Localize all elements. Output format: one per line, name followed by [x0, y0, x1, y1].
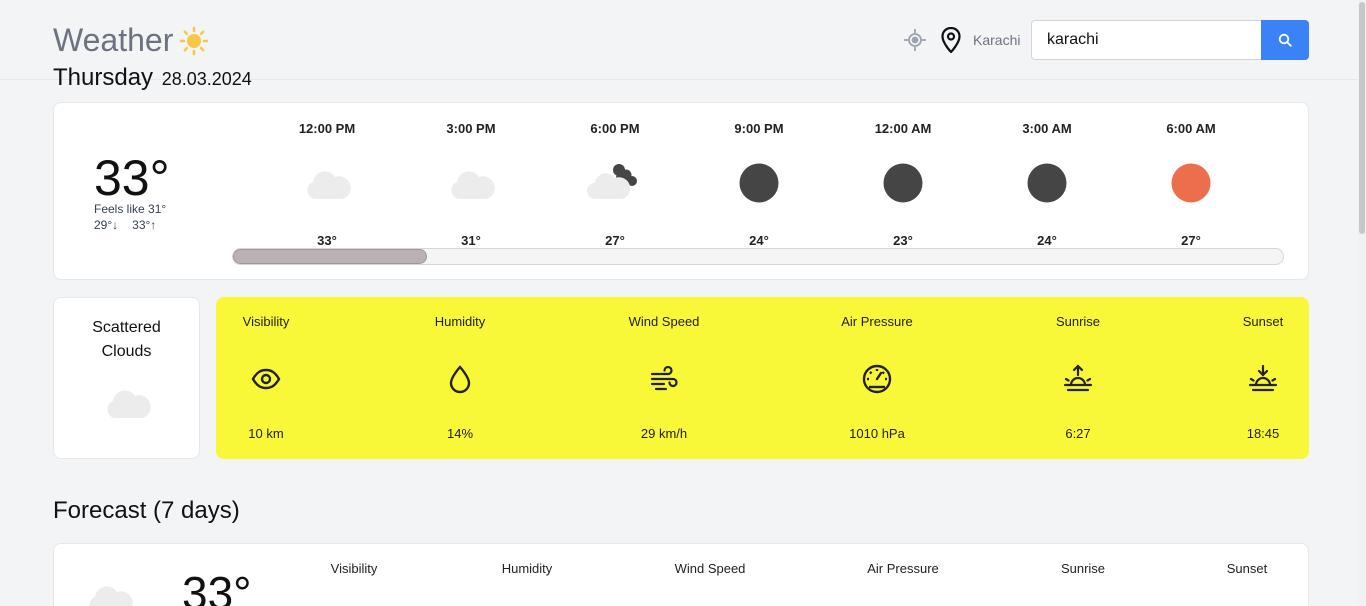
stat-wind-speed: Wind Speed 29 km/h: [604, 297, 724, 459]
hourly-temperature: 23°: [893, 233, 913, 248]
hourly-forecast-card: 33° Feels like 31° 29°↓ 33°↑ 12:00 PM 33° 3…: [53, 102, 1309, 280]
sun-icon: [1171, 163, 1211, 203]
forecast-stat-label: Sunset: [1226, 561, 1268, 576]
stat-label: Sunset: [1242, 314, 1284, 329]
forecast-stat-label: Visibility: [330, 561, 378, 576]
hourly-time: 3:00 PM: [446, 121, 496, 136]
stat-label: Humidity: [434, 314, 486, 329]
stat-label: Air Pressure: [841, 314, 913, 329]
stat-value: 29 km/h: [640, 426, 688, 441]
stat-value: 18:45: [1246, 426, 1280, 441]
hourly-time: 3:00 AM: [1022, 121, 1072, 136]
cloud-icon: [84, 582, 134, 606]
map-pin-icon[interactable]: [939, 26, 963, 54]
app-title-text: Weather: [53, 22, 174, 58]
stat-value: 6:27: [1065, 426, 1091, 441]
forecast-day-card[interactable]: 33° Visibility Humidity Wind Speed Air Pres…: [53, 543, 1309, 606]
cloud-icon: [446, 167, 496, 207]
weather-description-line-2: Clouds: [101, 343, 152, 360]
search-input[interactable]: [1031, 20, 1261, 60]
date-text: 28.03.2024: [161, 69, 252, 89]
hourly-temperature: 27°: [605, 233, 625, 248]
stat-sunset: Sunset 18:45: [1203, 297, 1323, 459]
sun-logo-icon: [179, 26, 209, 56]
weather-description-card: Scattered Clouds: [53, 297, 200, 459]
current-date-line: Thursday 28.03.2024: [53, 64, 252, 92]
cloud-night-icon: [585, 161, 645, 201]
forecast-stat-label: Air Pressure: [867, 561, 939, 576]
search-button[interactable]: [1261, 20, 1309, 60]
feels-like-text: Feels like 31°: [94, 202, 167, 216]
min-temperature: 29°↓: [94, 218, 119, 232]
current-location-icon[interactable]: [903, 26, 927, 54]
search-bar: [1031, 20, 1309, 60]
stat-humidity: Humidity 14%: [400, 297, 520, 459]
cloud-icon: [302, 167, 352, 207]
search-icon: [1278, 33, 1292, 47]
hourly-scrollbar-thumb[interactable]: [233, 249, 427, 264]
moon-icon: [883, 163, 923, 203]
moon-icon: [1027, 163, 1067, 203]
moon-icon: [739, 163, 779, 203]
weather-description: Scattered Clouds: [54, 316, 199, 364]
stat-label: Sunrise: [1055, 314, 1101, 329]
stat-air-pressure: Air Pressure 1010 hPa: [817, 297, 937, 459]
forecast-title: Forecast (7 days): [53, 497, 240, 524]
hourly-time: 6:00 AM: [1166, 121, 1216, 136]
hourly-time: 12:00 PM: [298, 121, 356, 136]
hourly-time: 9:00 PM: [734, 121, 784, 136]
hourly-temperature: 24°: [1037, 233, 1057, 248]
stat-label: Visibility: [242, 314, 290, 329]
forecast-stat-label: Humidity: [501, 561, 553, 576]
hourly-temperature: 27°: [1181, 233, 1201, 248]
city-label: Karachi: [973, 32, 1021, 48]
wind-icon: [648, 363, 680, 395]
min-max-temperature: 29°↓ 33°↑: [94, 218, 170, 232]
app-title: Weather: [53, 22, 209, 59]
max-temperature: 33°↑: [132, 218, 157, 232]
location-tools: Karachi: [903, 26, 1020, 54]
gauge-icon: [861, 363, 893, 395]
hourly-time: 12:00 AM: [874, 121, 932, 136]
sunrise-icon: [1062, 363, 1094, 395]
forecast-day-temperature: 33°: [182, 567, 252, 606]
hourly-temperature: 33°: [317, 233, 337, 248]
stat-label: Wind Speed: [628, 314, 700, 329]
hourly-time: 6:00 PM: [590, 121, 640, 136]
page-scrollbar-thumb[interactable]: [1359, 2, 1365, 234]
hourly-scrollbar[interactable]: [232, 248, 1284, 265]
stat-visibility: Visibility 10 km: [206, 297, 326, 459]
weather-stats-panel: Visibility 10 km Humidity 14% Wind Speed 29 k…: [216, 297, 1309, 459]
day-name: Thursday: [53, 64, 154, 91]
sunset-icon: [1247, 363, 1279, 395]
page-scrollbar[interactable]: [1358, 0, 1366, 606]
hourly-temperature: 31°: [461, 233, 481, 248]
droplet-icon: [444, 363, 476, 395]
forecast-stat-label: Wind Speed: [674, 561, 746, 576]
stat-sunrise: Sunrise 6:27: [1018, 297, 1138, 459]
hourly-temperature: 24°: [749, 233, 769, 248]
eye-icon: [250, 363, 282, 395]
current-temperature: 33°: [94, 150, 170, 206]
cloud-icon: [102, 386, 152, 422]
weather-description-line-1: Scattered: [92, 319, 161, 336]
stat-value: 14%: [446, 426, 474, 441]
stat-value: 10 km: [248, 426, 284, 441]
stat-value: 1010 hPa: [849, 426, 905, 441]
forecast-stat-label: Sunrise: [1060, 561, 1106, 576]
